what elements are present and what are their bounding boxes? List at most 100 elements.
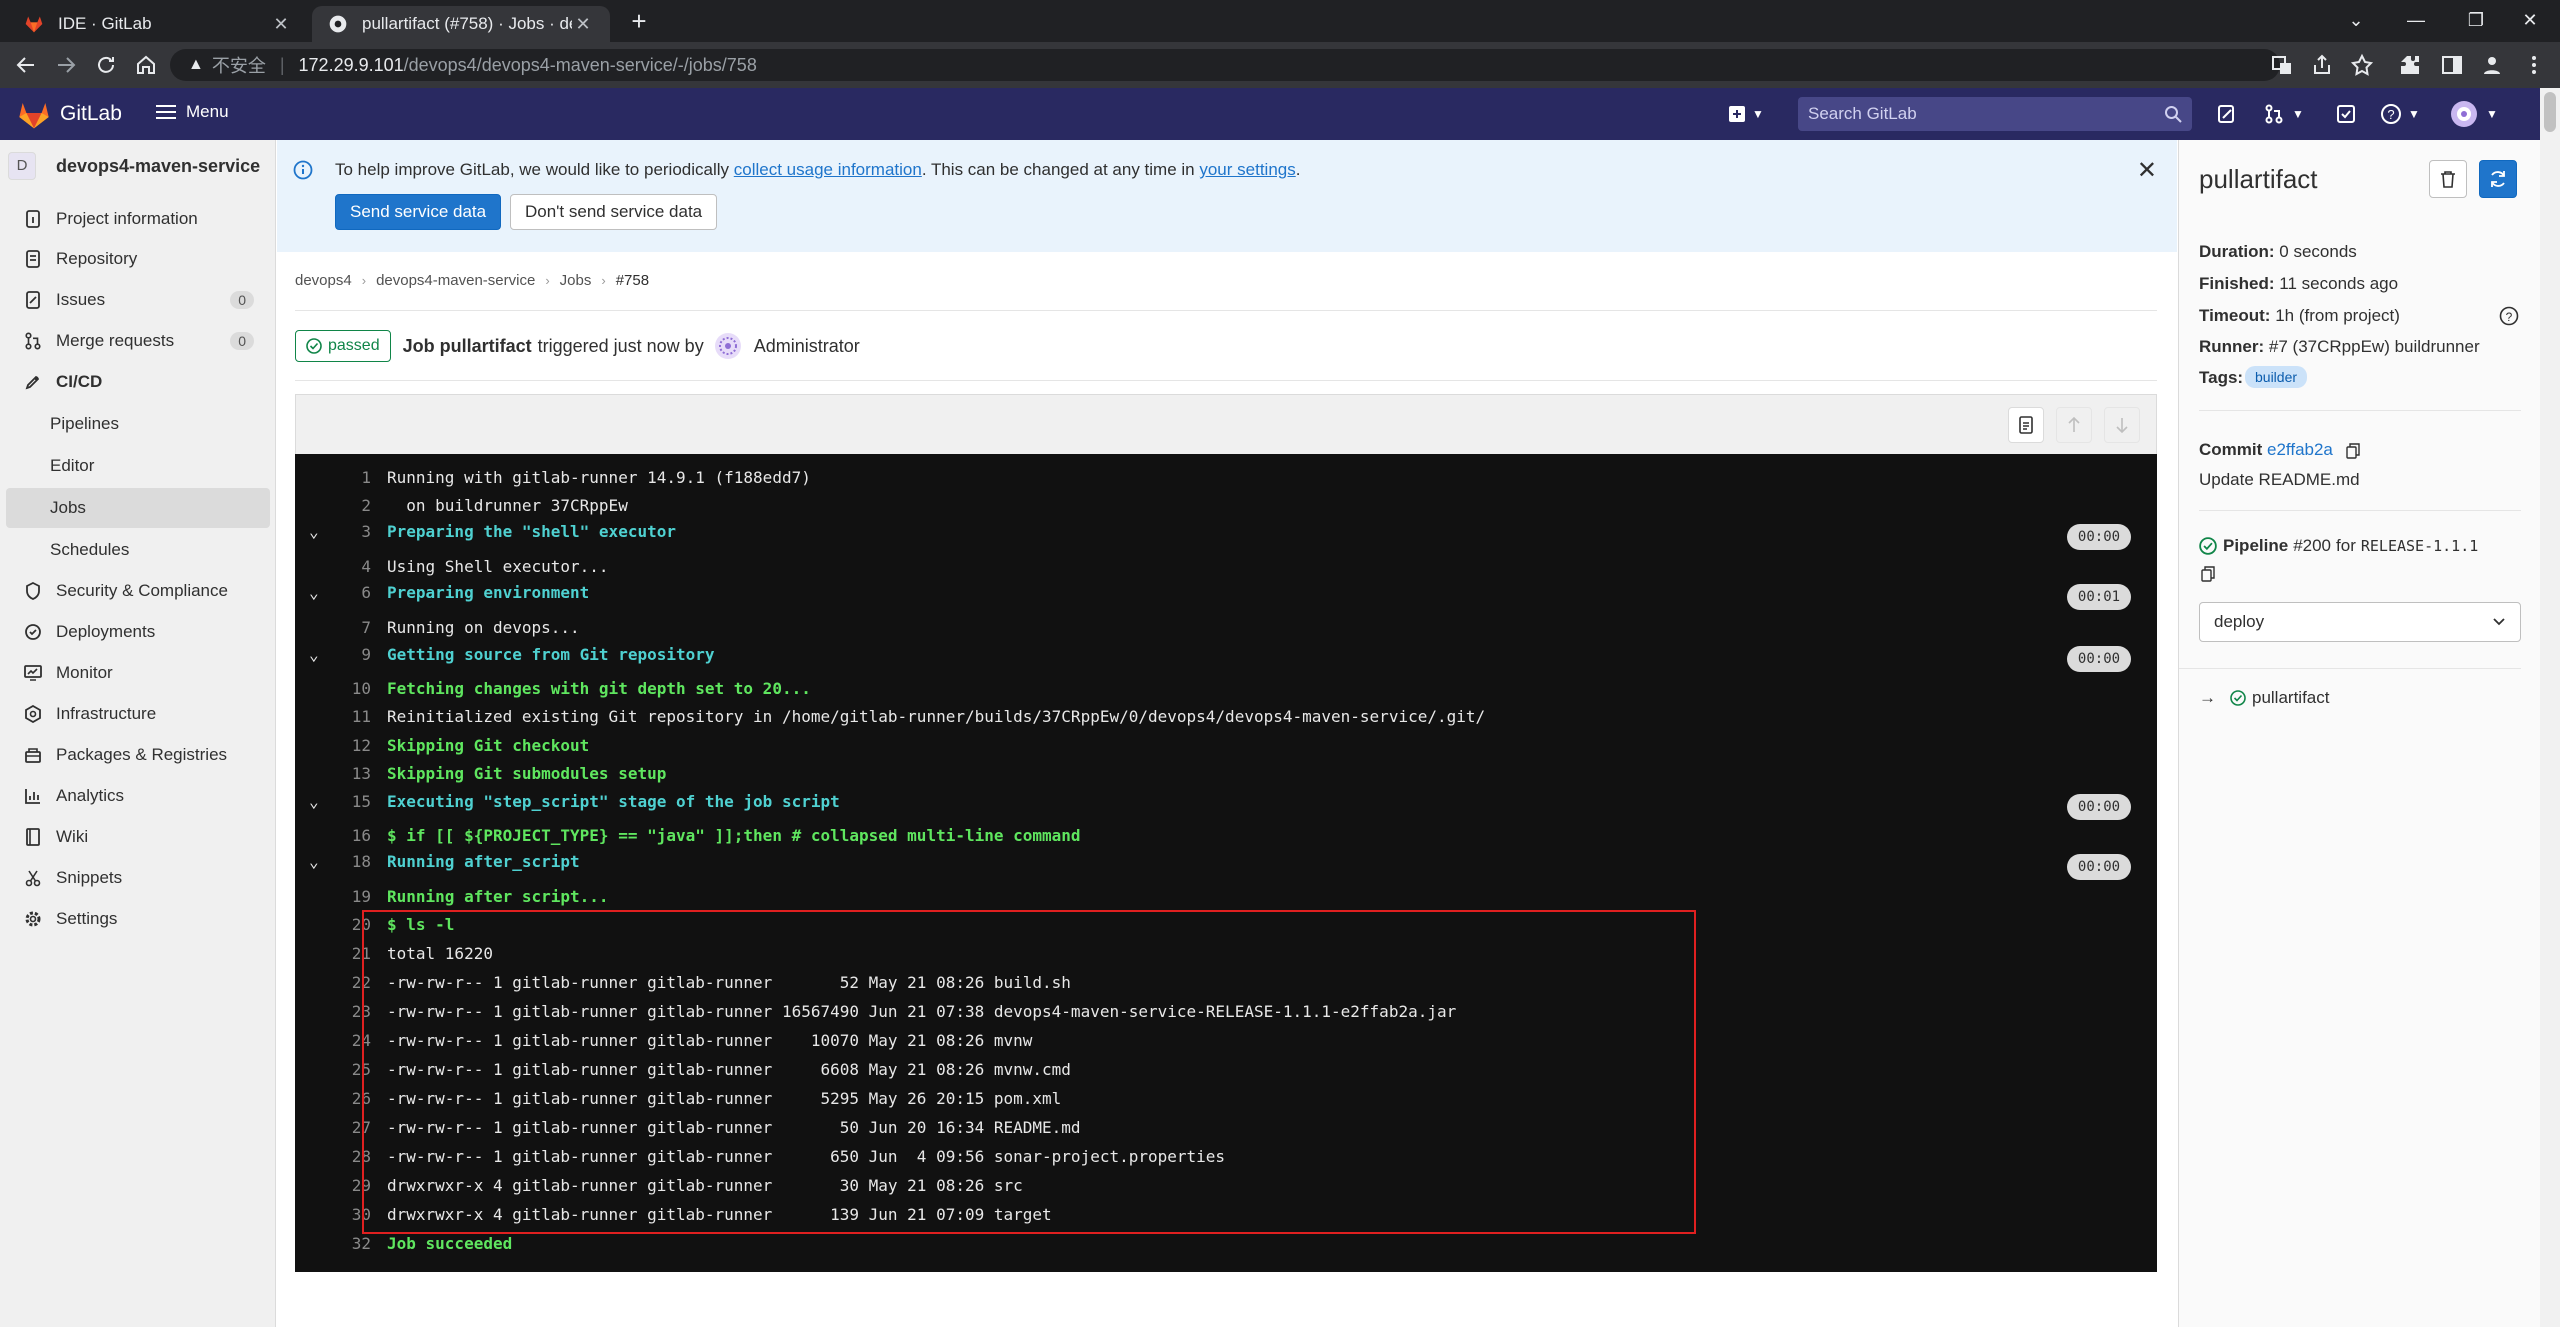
- sidebar-item-packages[interactable]: Packages & Registries: [6, 736, 270, 774]
- extensions-icon[interactable]: [2398, 53, 2422, 77]
- sidebar-item-repository[interactable]: Repository: [6, 240, 270, 278]
- send-service-data-button[interactable]: Send service data: [335, 194, 502, 230]
- gitlab-brand[interactable]: GitLab: [60, 102, 122, 126]
- menu-button[interactable]: Menu: [156, 102, 229, 122]
- insecure-label: 不安全: [211, 56, 266, 76]
- retry-job-button[interactable]: [2479, 160, 2517, 198]
- commit-sha-link[interactable]: e2ffab2a: [2267, 440, 2333, 459]
- pipeline-ref[interactable]: RELEASE-1.1.1: [2361, 537, 2478, 555]
- scroll-bottom-button[interactable]: [2104, 407, 2140, 443]
- close-icon[interactable]: ✕: [2137, 156, 2157, 185]
- user-avatar-icon[interactable]: [714, 332, 742, 360]
- kebab-menu-icon[interactable]: [2522, 53, 2546, 77]
- raw-log-button[interactable]: [2008, 407, 2044, 443]
- sidebar-item-merge-requests[interactable]: Merge requests 0: [6, 322, 270, 360]
- sidebar-item-monitor[interactable]: Monitor: [6, 654, 270, 692]
- sidebar-item-settings[interactable]: Settings: [6, 900, 270, 938]
- profile-icon[interactable]: [2480, 53, 2504, 77]
- log-line: 20 $ ls -l: [351, 915, 455, 934]
- sidebar-sub-schedules[interactable]: Schedules: [6, 530, 270, 570]
- reload-icon[interactable]: [94, 53, 118, 77]
- sidebar-sub-jobs[interactable]: Jobs: [6, 488, 270, 528]
- page-scrollbar[interactable]: [2540, 88, 2560, 1327]
- breadcrumb-project[interactable]: devops4-maven-service: [376, 272, 535, 289]
- usage-ping-banner: To help improve GitLab, we would like to…: [277, 140, 2177, 252]
- copy-icon[interactable]: [2345, 442, 2360, 459]
- monitor-icon: [22, 664, 44, 682]
- arrow-right-icon: →: [2199, 688, 2216, 707]
- issues-count-badge: 0: [230, 291, 254, 309]
- back-icon[interactable]: [14, 53, 38, 77]
- collect-usage-link[interactable]: collect usage information: [734, 160, 922, 179]
- deployments-icon: [22, 623, 44, 641]
- sidebar-item-cicd[interactable]: CI/CD: [6, 363, 270, 401]
- new-item-dropdown[interactable]: ▼: [1728, 102, 1764, 126]
- your-settings-link[interactable]: your settings: [1199, 160, 1295, 179]
- restore-icon[interactable]: ❐: [2446, 0, 2506, 40]
- breadcrumb-jobs[interactable]: Jobs: [560, 272, 592, 289]
- info-icon: [293, 160, 313, 180]
- arrow-up-icon: [2068, 416, 2080, 432]
- sidebar-sub-editor[interactable]: Editor: [6, 446, 270, 486]
- scroll-top-button[interactable]: [2056, 407, 2092, 443]
- log-section[interactable]: ⌄ 15 Executing "step_script" stage of the …: [295, 788, 2157, 816]
- side-panel-icon[interactable]: [2440, 53, 2464, 77]
- sidebar-item-issues[interactable]: Issues 0: [6, 281, 270, 319]
- erase-job-button[interactable]: [2429, 160, 2467, 198]
- url-host: 172.29.9.101: [298, 54, 404, 75]
- merge-requests-nav-icon[interactable]: ▼: [2264, 102, 2304, 126]
- pipeline-link[interactable]: #200: [2293, 536, 2331, 556]
- browser-tab-title: pullartifact (#758) · Jobs · devo: [362, 14, 572, 33]
- sidebar-item-deployments[interactable]: Deployments: [6, 613, 270, 651]
- log-section[interactable]: ⌄ 9 Getting source from Git repository: [295, 641, 2157, 669]
- sidebar-item-analytics[interactable]: Analytics: [6, 777, 270, 815]
- sidebar-item-snippets[interactable]: Snippets: [6, 859, 270, 897]
- tab-search-icon[interactable]: ⌄: [2326, 0, 2386, 40]
- help-icon[interactable]: ?: [2499, 306, 2519, 326]
- close-icon[interactable]: ✕: [572, 14, 594, 35]
- sidebar-item-security[interactable]: Security & Compliance: [6, 572, 270, 610]
- help-dropdown[interactable]: ? ▼: [2380, 102, 2420, 126]
- forward-icon[interactable]: [54, 53, 78, 77]
- share-icon[interactable]: [2310, 53, 2334, 77]
- browser-tab-ide[interactable]: IDE · GitLab ✕: [8, 6, 308, 42]
- translate-icon[interactable]: [2270, 53, 2294, 77]
- sidebar-sub-pipelines[interactable]: Pipelines: [6, 404, 270, 444]
- banner-message: To help improve GitLab, we would like to…: [335, 160, 1301, 179]
- issues-nav-icon[interactable]: [2216, 102, 2236, 126]
- close-icon[interactable]: ✕: [270, 14, 292, 35]
- home-icon[interactable]: [134, 53, 158, 77]
- dont-send-service-data-button[interactable]: Don't send service data: [510, 194, 718, 230]
- copy-icon[interactable]: [2201, 566, 2215, 582]
- scrollbar-thumb[interactable]: [2544, 92, 2556, 132]
- sidebar-item-wiki[interactable]: Wiki: [6, 818, 270, 856]
- address-bar[interactable]: ▲ 不安全 | 172.29.9.101/devops4/devops4-mav…: [170, 49, 2280, 81]
- log-line: 30 drwxrwxr-x 4 gitlab-runner gitlab-runn…: [351, 1205, 1052, 1224]
- project-context[interactable]: D devops4-maven-service: [8, 152, 260, 180]
- breadcrumb-job-id[interactable]: #758: [616, 272, 649, 289]
- bookmark-star-icon[interactable]: [2350, 53, 2374, 77]
- log-section[interactable]: ⌄ 3 Preparing the "shell" executor: [295, 518, 2157, 546]
- warning-icon[interactable]: ▲: [188, 56, 204, 74]
- todo-icon[interactable]: [2336, 102, 2356, 126]
- new-tab-button[interactable]: +: [624, 6, 654, 36]
- trash-icon: [2441, 171, 2455, 188]
- breadcrumb-group[interactable]: devops4: [295, 272, 352, 289]
- log-section[interactable]: ⌄ 18 Running after_script: [295, 848, 2157, 876]
- browser-tab-job[interactable]: pullartifact (#758) · Jobs · devo ✕: [312, 6, 610, 42]
- stage-dropdown[interactable]: deploy: [2199, 602, 2521, 642]
- sidebar-item-project-information[interactable]: Project information: [6, 200, 270, 238]
- runner-tag-badge: builder: [2245, 366, 2308, 388]
- status-badge[interactable]: passed: [295, 330, 391, 362]
- sidebar-item-infrastructure[interactable]: Infrastructure: [6, 695, 270, 733]
- current-job-item[interactable]: → pullartifact: [2199, 688, 2329, 708]
- svg-text:?: ?: [2506, 310, 2513, 324]
- gitlab-logo-icon[interactable]: [18, 100, 50, 130]
- timeout-row: Timeout: 1h (from project): [2199, 306, 2400, 325]
- search-input[interactable]: Search GitLab: [1798, 97, 2192, 131]
- window-close-icon[interactable]: ✕: [2500, 0, 2560, 40]
- log-section[interactable]: ⌄ 6 Preparing environment: [295, 579, 2157, 607]
- minimize-icon[interactable]: —: [2386, 0, 2446, 40]
- job-user[interactable]: Administrator: [754, 336, 860, 357]
- user-menu[interactable]: ▼: [2450, 101, 2498, 127]
